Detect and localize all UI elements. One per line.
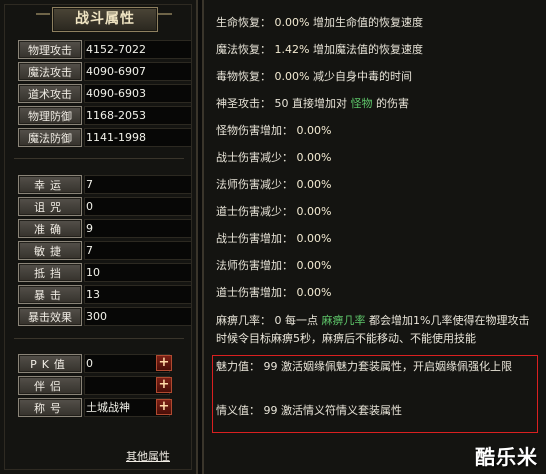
detail-value: 0.00% xyxy=(296,232,332,245)
attr-value: 0 xyxy=(84,197,192,216)
attr-value: 10 xyxy=(84,263,192,282)
attr-label[interactable]: 暴击效果 xyxy=(18,307,82,326)
divider xyxy=(14,158,184,159)
detail-monster-dmg-inc: 怪物伤害增加： 0.00% xyxy=(216,121,331,141)
detail-value: 0.00% xyxy=(296,259,332,272)
detail-value: 0.00% xyxy=(296,178,332,191)
detail-warrior-dmg-dec: 战士伤害减少： 0.00% xyxy=(216,148,331,168)
stat-label[interactable]: 物理防御 xyxy=(18,106,82,125)
panel-title: 战斗属性 xyxy=(52,7,158,32)
combat-attributes-panel: 战斗属性 物理攻击 4152-7022 魔法攻击 4090-6907 道术攻击 … xyxy=(0,0,198,474)
detail-label: 生命恢复： xyxy=(216,16,271,29)
detail-value: 0.00% xyxy=(274,16,310,29)
stat-value: 4152-7022 xyxy=(84,40,192,59)
partner-plus-button[interactable]: + xyxy=(156,377,172,393)
detail-highlight: 麻痹几率 xyxy=(321,314,366,327)
detail-label: 麻痹几率： xyxy=(216,314,271,327)
detail-highlight: 怪物 xyxy=(350,97,373,110)
detail-label: 魔法恢复： xyxy=(216,43,271,56)
stat-value: 4090-6903 xyxy=(84,84,192,103)
title-plus-button[interactable]: + xyxy=(156,399,172,415)
detail-loyalty: 情义值： 99 激活情义符情义套装属性 xyxy=(216,402,534,420)
detail-value: 0.00% xyxy=(296,286,332,299)
detail-desc: 激活情义符情义套装属性 xyxy=(281,404,402,417)
detail-value: 0.00% xyxy=(296,205,332,218)
title-ornament-right xyxy=(158,13,172,25)
attr-label[interactable]: 幸运 xyxy=(18,175,82,194)
stat-value: 1141-1998 xyxy=(84,128,192,147)
detail-desc: 增加魔法值的恢复速度 xyxy=(312,43,423,56)
attr-value: 7 xyxy=(84,175,192,194)
social-label[interactable]: 称号 xyxy=(18,398,82,417)
pk-plus-button[interactable]: + xyxy=(156,355,172,371)
detail-hp-regen: 生命恢复： 0.00% 增加生命值的恢复速度 xyxy=(216,13,423,33)
divider xyxy=(14,338,184,339)
detail-mage-dmg-inc: 法师伤害增加： 0.00% xyxy=(216,256,331,276)
detail-value: 0.00% xyxy=(296,124,332,137)
detail-poison-recovery: 毒物恢复： 0.00% 减少自身中毒的时间 xyxy=(216,67,412,87)
detail-label: 战士伤害增加： xyxy=(216,232,293,245)
stat-label[interactable]: 物理攻击 xyxy=(18,40,82,59)
detail-label: 神圣攻击： xyxy=(216,97,271,110)
detail-label: 毒物恢复： xyxy=(216,70,271,83)
social-label[interactable]: PK值 xyxy=(18,354,82,373)
stat-value: 4090-6907 xyxy=(84,62,192,81)
attr-label[interactable]: 诅咒 xyxy=(18,197,82,216)
detail-desc: 减少自身中毒的时间 xyxy=(312,70,412,83)
attr-label[interactable]: 准确 xyxy=(18,219,82,238)
attr-value: 9 xyxy=(84,219,192,238)
detail-label: 怪物伤害增加： xyxy=(216,124,293,137)
attr-label[interactable]: 敏捷 xyxy=(18,241,82,260)
detail-text: 50 直接增加对 xyxy=(274,97,348,110)
detail-taoist-dmg-dec: 道士伤害减少： 0.00% xyxy=(216,202,331,222)
other-attributes-link[interactable]: 其他属性 xyxy=(126,448,170,464)
detail-label: 战士伤害减少： xyxy=(216,151,293,164)
detail-desc: 增加生命值的恢复速度 xyxy=(312,16,423,29)
attr-label[interactable]: 抵挡 xyxy=(18,263,82,282)
attr-value: 13 xyxy=(84,285,192,304)
stat-label[interactable]: 魔法攻击 xyxy=(18,62,82,81)
stat-value: 1168-2053 xyxy=(84,106,192,125)
detail-text: 的伤害 xyxy=(376,97,409,110)
stat-label[interactable]: 道术攻击 xyxy=(18,84,82,103)
detail-text: 0 每一点 xyxy=(274,314,319,327)
social-label[interactable]: 伴侣 xyxy=(18,376,82,395)
detail-mp-regen: 魔法恢复： 1.42% 增加魔法值的恢复速度 xyxy=(216,40,423,60)
detail-holy-attack: 神圣攻击： 50 直接增加对 怪物 的伤害 xyxy=(216,94,409,114)
detail-label: 法师伤害减少： xyxy=(216,178,293,191)
watermark: 酷乐米 xyxy=(475,445,538,469)
detail-desc: 激活姻缘佩魅力套装属性，开启姻缘佩强化上限 xyxy=(281,360,512,373)
attr-value: 7 xyxy=(84,241,192,260)
title-ornament-left xyxy=(36,13,50,25)
detail-label: 道士伤害减少： xyxy=(216,205,293,218)
detail-taoist-dmg-inc: 道士伤害增加： 0.00% xyxy=(216,283,331,303)
detail-label: 情义值： xyxy=(216,404,260,417)
detail-label: 法师伤害增加： xyxy=(216,259,293,272)
detail-value: 0.00% xyxy=(296,151,332,164)
detail-value: 1.42% xyxy=(274,43,310,56)
attr-value: 300 xyxy=(84,307,192,326)
detail-paralysis: 麻痹几率： 0 每一点 麻痹几率 都会增加1%几率使得在物理攻击时候令目标麻痹5… xyxy=(216,312,534,348)
detail-label: 道士伤害增加： xyxy=(216,286,293,299)
detail-value: 0.00% xyxy=(274,70,310,83)
detail-value: 99 xyxy=(263,360,278,373)
detail-value: 99 xyxy=(263,404,278,417)
stat-label[interactable]: 魔法防御 xyxy=(18,128,82,147)
detail-mage-dmg-dec: 法师伤害减少： 0.00% xyxy=(216,175,331,195)
detail-label: 魅力值： xyxy=(216,360,260,373)
detail-charm: 魅力值： 99 激活姻缘佩魅力套装属性，开启姻缘佩强化上限 xyxy=(216,358,534,376)
detail-warrior-dmg-inc: 战士伤害增加： 0.00% xyxy=(216,229,331,249)
attr-label[interactable]: 暴击 xyxy=(18,285,82,304)
